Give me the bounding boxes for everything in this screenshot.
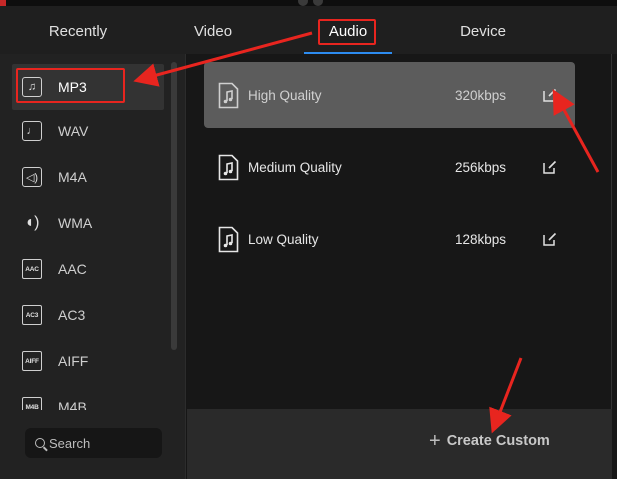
edit-icon[interactable] (543, 88, 557, 102)
format-label: AAC (58, 261, 87, 277)
plus-icon: + (429, 430, 441, 452)
format-label: M4B (58, 399, 87, 410)
preset-footer: + Create Custom (187, 409, 612, 479)
format-item-aac[interactable]: AAC AAC (12, 246, 164, 292)
format-item-m4a[interactable]: ◁) M4A (12, 154, 164, 200)
search-icon (35, 438, 45, 448)
music-note-icon: ♩ (22, 121, 42, 141)
highlight-box-audio-tab (318, 19, 376, 45)
format-label: AIFF (58, 353, 89, 369)
format-item-ac3[interactable]: AC3 AC3 (12, 292, 164, 338)
format-label: WAV (58, 123, 89, 139)
preset-name: Medium Quality (248, 159, 342, 175)
ac3-file-icon: AC3 (22, 305, 42, 325)
audio-file-icon (218, 82, 239, 109)
search-placeholder: Search (49, 435, 91, 451)
tab-device[interactable]: Device (434, 6, 532, 54)
create-custom-button[interactable]: + Create Custom (429, 431, 550, 451)
audio-file-icon (218, 154, 239, 181)
preset-bitrate: 256kbps (455, 159, 507, 175)
format-item-wav[interactable]: ♩ WAV (12, 108, 164, 154)
audio-file-icon (218, 226, 239, 253)
aac-file-icon: AAC (22, 259, 42, 279)
m4b-file-icon: M4B (22, 397, 42, 410)
format-list: ♫ MP3 ♩ WAV ◁) M4A ◖) WMA AAC AAC AC3 AC… (0, 62, 170, 410)
preset-low-quality[interactable]: Low Quality 128kbps (204, 206, 575, 272)
format-search-input[interactable]: Search (25, 428, 162, 458)
highlight-box-mp3 (16, 68, 125, 103)
format-item-wma[interactable]: ◖) WMA (12, 200, 164, 246)
sidebar-scrollbar[interactable] (171, 62, 177, 350)
aiff-file-icon: AIFF (22, 351, 42, 371)
speaker-round-icon: ◖) (24, 214, 40, 231)
edit-icon[interactable] (543, 160, 557, 174)
format-item-m4b[interactable]: M4B M4B (12, 384, 164, 410)
preset-name: High Quality (248, 87, 322, 103)
format-tabs: Recently Video Audio Device (0, 6, 617, 54)
format-sidebar: ♫ MP3 ♩ WAV ◁) M4A ◖) WMA AAC AAC AC3 AC… (0, 54, 186, 479)
tab-video[interactable]: Video (170, 6, 256, 54)
speaker-icon: ◁) (22, 167, 42, 187)
preset-high-quality[interactable]: High Quality 320kbps (204, 62, 575, 128)
tab-recently[interactable]: Recently (30, 6, 126, 54)
format-label: AC3 (58, 307, 86, 323)
edit-icon[interactable] (543, 232, 557, 246)
preset-name: Low Quality (248, 231, 319, 247)
format-item-aiff[interactable]: AIFF AIFF (12, 338, 164, 384)
preset-bitrate: 320kbps (455, 87, 507, 103)
preset-medium-quality[interactable]: Medium Quality 256kbps (204, 134, 575, 200)
create-custom-label: Create Custom (446, 433, 550, 449)
format-label: WMA (58, 215, 93, 231)
format-label: M4A (58, 169, 87, 185)
preset-bitrate: 128kbps (455, 231, 507, 247)
